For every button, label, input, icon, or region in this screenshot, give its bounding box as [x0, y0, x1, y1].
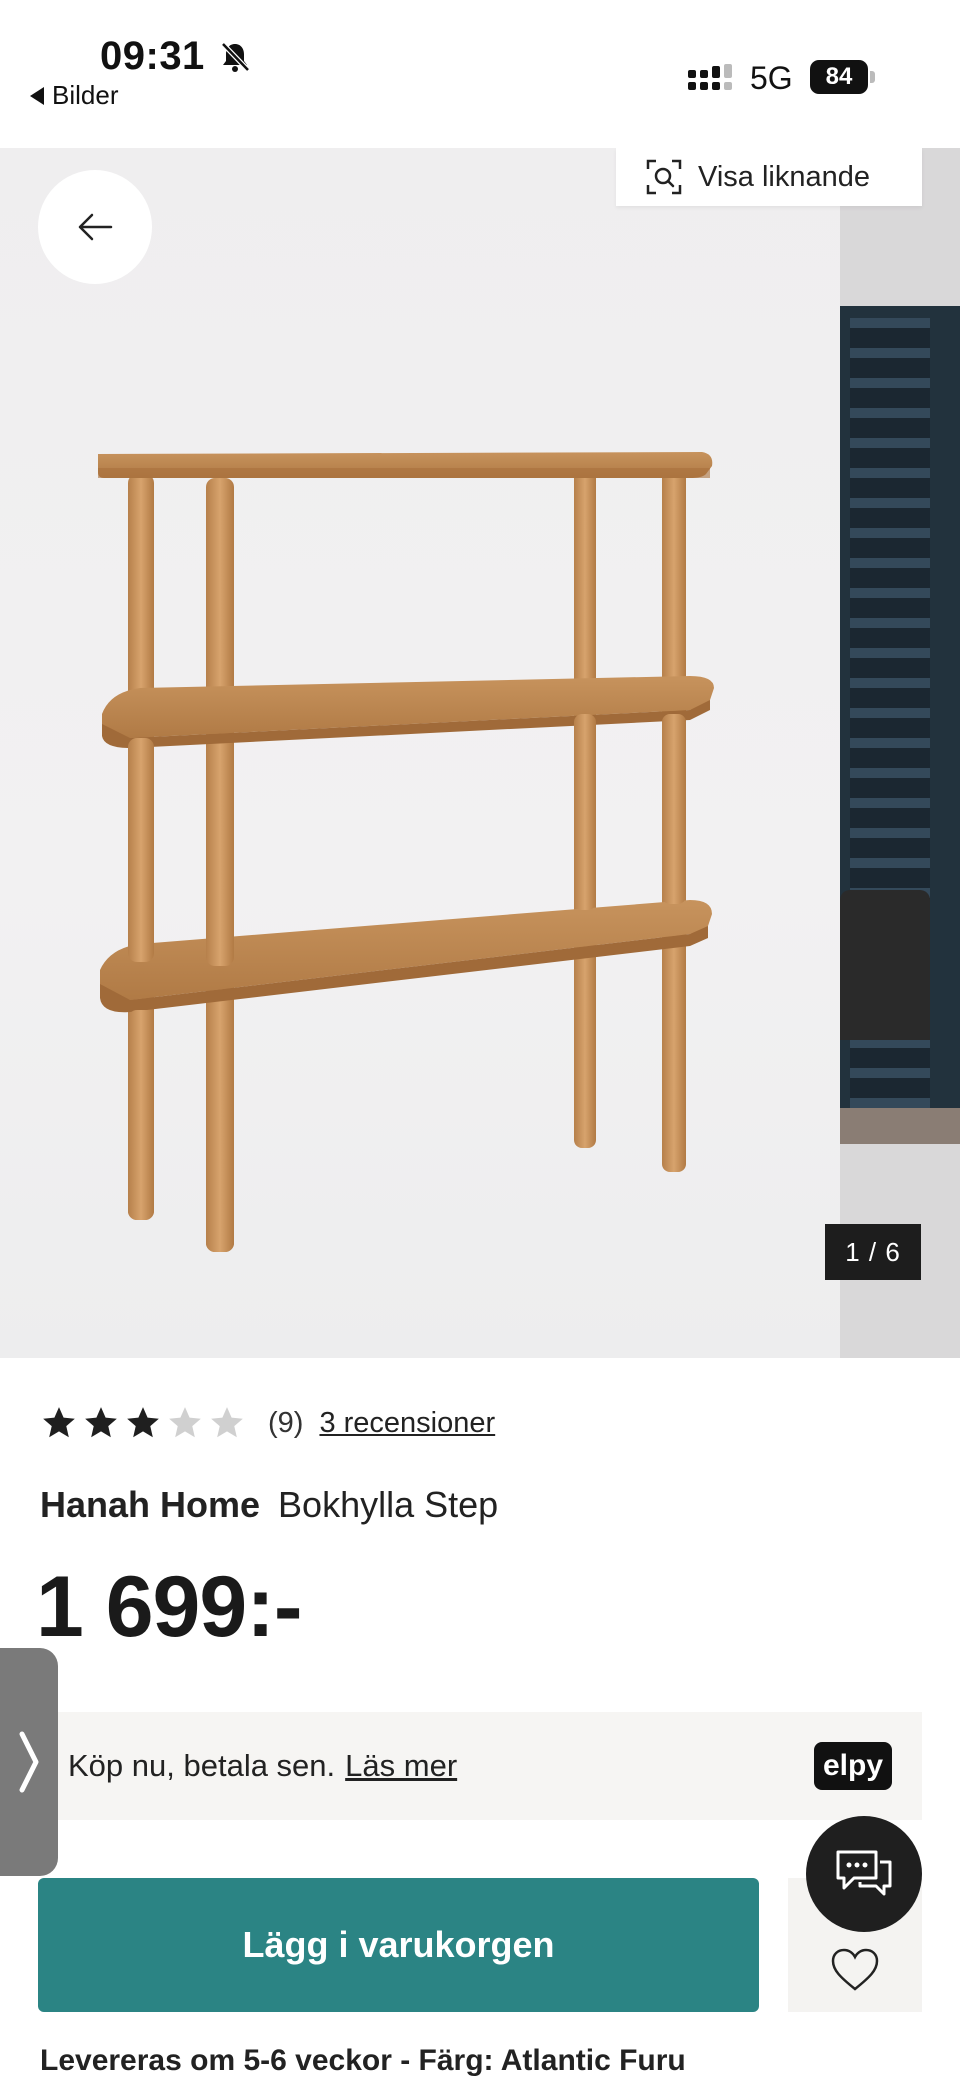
- image-counter: 1 / 6: [825, 1224, 921, 1280]
- signal-icon: [688, 64, 732, 90]
- visual-search-icon: [646, 159, 682, 195]
- product-image[interactable]: [0, 148, 840, 1358]
- chat-button[interactable]: [806, 1816, 922, 1932]
- back-triangle-icon: [30, 86, 44, 105]
- side-drawer-tab[interactable]: [0, 1648, 58, 1876]
- pay-later-banner: Köp nu, betala sen. Läs mer elpy: [40, 1712, 922, 1820]
- back-button[interactable]: [38, 170, 152, 284]
- read-more-link[interactable]: Läs mer: [345, 1748, 457, 1784]
- pay-later-text: Köp nu, betala sen.: [68, 1748, 336, 1783]
- clock: 09:31: [100, 34, 205, 78]
- silent-bell-icon: [221, 42, 250, 72]
- star-filled-icon: [43, 1407, 75, 1438]
- next-product-image[interactable]: [840, 148, 960, 1358]
- visual-search-label: Visa liknande: [698, 160, 870, 193]
- product-rating: (9) 3 recensioner: [40, 1404, 495, 1442]
- battery-level: 84: [810, 60, 868, 94]
- delivery-info: Levereras om 5-6 veckor - Färg: Atlantic…: [40, 2044, 686, 2077]
- product-price: 1 699:-: [36, 1559, 302, 1655]
- star-rating: [40, 1404, 246, 1442]
- back-to-app[interactable]: Bilder: [30, 80, 118, 111]
- star-filled-icon: [85, 1407, 117, 1438]
- network-type: 5G: [750, 60, 793, 96]
- add-to-cart-button[interactable]: Lägg i varukorgen: [38, 1878, 759, 2012]
- back-app-label: Bilder: [52, 80, 119, 110]
- product-image-gallery[interactable]: Visa liknande 1 / 6: [0, 148, 960, 1358]
- bookshelf-illustration: [98, 452, 714, 1252]
- heart-icon: [831, 1948, 879, 1991]
- chevron-right-icon: [19, 1731, 39, 1793]
- product-brand[interactable]: Hanah Home: [40, 1484, 260, 1525]
- status-bar: 09:31 Bilder 5G 84: [0, 0, 960, 148]
- reviews-link[interactable]: 3 recensioner: [319, 1407, 495, 1440]
- product-name: Bokhylla Step: [278, 1484, 499, 1525]
- product-title: Hanah Home Bokhylla Step: [40, 1484, 498, 1526]
- elpy-logo: elpy: [814, 1742, 892, 1790]
- star-empty-icon: [211, 1407, 243, 1438]
- battery-icon: 84: [810, 60, 875, 94]
- star-filled-icon: [127, 1407, 159, 1438]
- star-empty-icon: [169, 1407, 201, 1438]
- arrow-left-icon: [78, 213, 113, 241]
- rating-count: (9): [268, 1406, 304, 1439]
- chat-bubbles-icon: [836, 1850, 892, 1896]
- visual-search-button[interactable]: Visa liknande: [616, 148, 922, 206]
